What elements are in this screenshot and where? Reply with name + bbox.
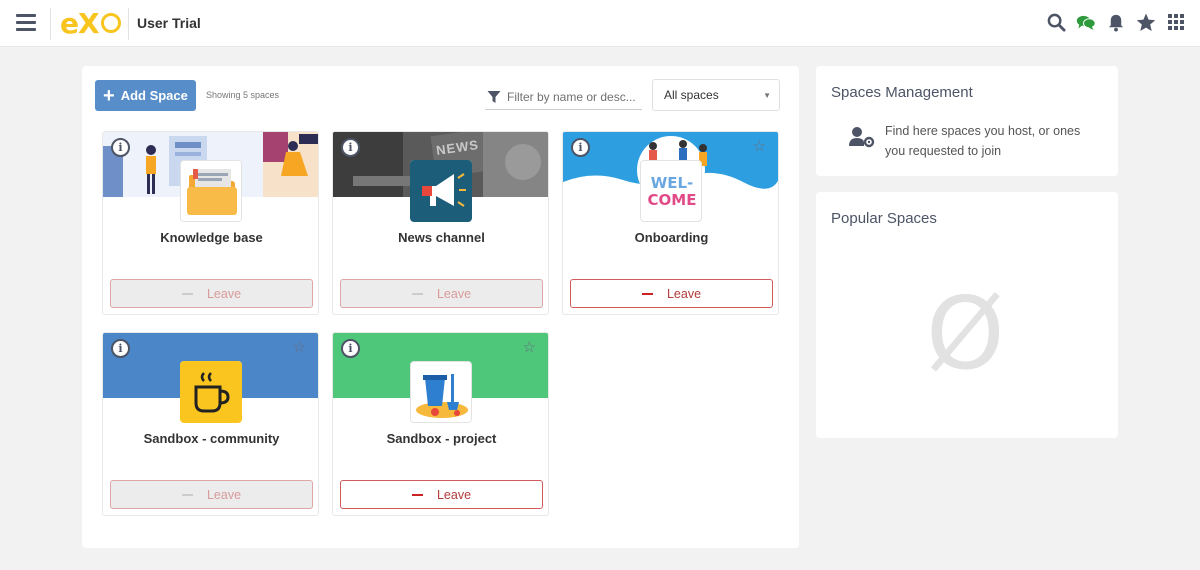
leave-button[interactable]: Leave [570,279,773,308]
star-outline-icon[interactable]: ☆ [753,137,766,155]
welcome-line2: COME [647,191,697,209]
add-space-label: Add Space [120,88,188,103]
info-icon[interactable]: i [111,138,130,157]
top-bar: eX User Trial [0,0,1200,47]
leave-button[interactable]: Leave [340,480,543,509]
space-card[interactable]: NEWS i News channel Leave [332,131,549,315]
leave-label: Leave [436,487,472,502]
space-card[interactable]: i Knowledge base Leave [102,131,319,315]
popular-spaces-title: Popular Spaces [831,210,937,227]
chevron-down-icon: ▼ [763,91,771,100]
plus-icon: + [103,84,115,107]
minus-icon [181,493,193,496]
space-name: News channel [398,230,485,245]
space-card[interactable]: i ☆ Sandbox - community Leave [102,332,319,516]
space-name: Sandbox - project [386,431,497,446]
app-grid-icon[interactable] [1166,12,1186,32]
exo-logo[interactable]: eX [60,8,121,40]
star-outline-icon[interactable]: ☆ [523,338,536,356]
spaces-management-link[interactable]: Find here spaces you host, or ones you r… [885,121,1095,161]
select-value: All spaces [664,88,719,102]
spaces-management-panel: Spaces Management Find here spaces you h… [816,66,1118,176]
space-avatar [410,160,472,222]
space-avatar [410,361,472,423]
spaces-list-panel: + Add Space Showing 5 spaces All spaces ▼ [82,66,799,548]
filter-input[interactable] [507,90,641,104]
space-name: Knowledge base [160,230,263,245]
leave-label: Leave [436,286,472,301]
minus-icon [641,292,653,295]
space-name: Onboarding [634,230,709,245]
leave-button[interactable]: Leave [110,279,313,308]
leave-label: Leave [666,286,702,301]
info-icon[interactable]: i [341,138,360,157]
chat-icon[interactable] [1076,12,1096,32]
space-card[interactable]: i ☆ WEL- COME Onboarding Leave [562,131,779,315]
info-icon[interactable]: i [111,339,130,358]
user-gear-icon [849,126,875,153]
star-icon[interactable] [1136,12,1156,32]
page-title: User Trial [137,15,201,31]
spaces-type-select[interactable]: All spaces ▼ [652,79,780,111]
spaces-count: Showing 5 spaces [206,90,280,100]
filter-field[interactable] [485,85,642,110]
bell-icon[interactable] [1106,12,1126,32]
space-avatar [180,160,242,222]
filter-icon [487,91,501,103]
spaces-management-title: Spaces Management [831,84,973,101]
minus-icon [181,292,193,295]
space-card[interactable]: i ☆ Sandbox - project Leave [332,332,549,516]
leave-label: Leave [206,487,242,502]
space-avatar [180,361,242,423]
header-actions [1046,12,1186,32]
divider [50,8,51,40]
star-outline-icon[interactable]: ☆ [293,338,306,356]
minus-icon [411,493,423,496]
info-icon[interactable]: i [341,339,360,358]
divider [128,8,129,40]
popular-spaces-panel: Popular Spaces Ø [816,192,1118,438]
leave-button[interactable]: Leave [340,279,543,308]
welcome-line1: WEL- [650,174,694,192]
minus-icon [411,292,423,295]
leave-button[interactable]: Leave [110,480,313,509]
space-name: Sandbox - community [143,431,280,446]
add-space-button[interactable]: + Add Space [95,80,196,111]
space-avatar: WEL- COME [640,160,702,222]
info-icon[interactable]: i [571,138,590,157]
hamburger-menu-icon[interactable] [16,14,36,32]
empty-state-icon: Ø [926,275,1005,392]
leave-label: Leave [206,286,242,301]
search-icon[interactable] [1046,12,1066,32]
